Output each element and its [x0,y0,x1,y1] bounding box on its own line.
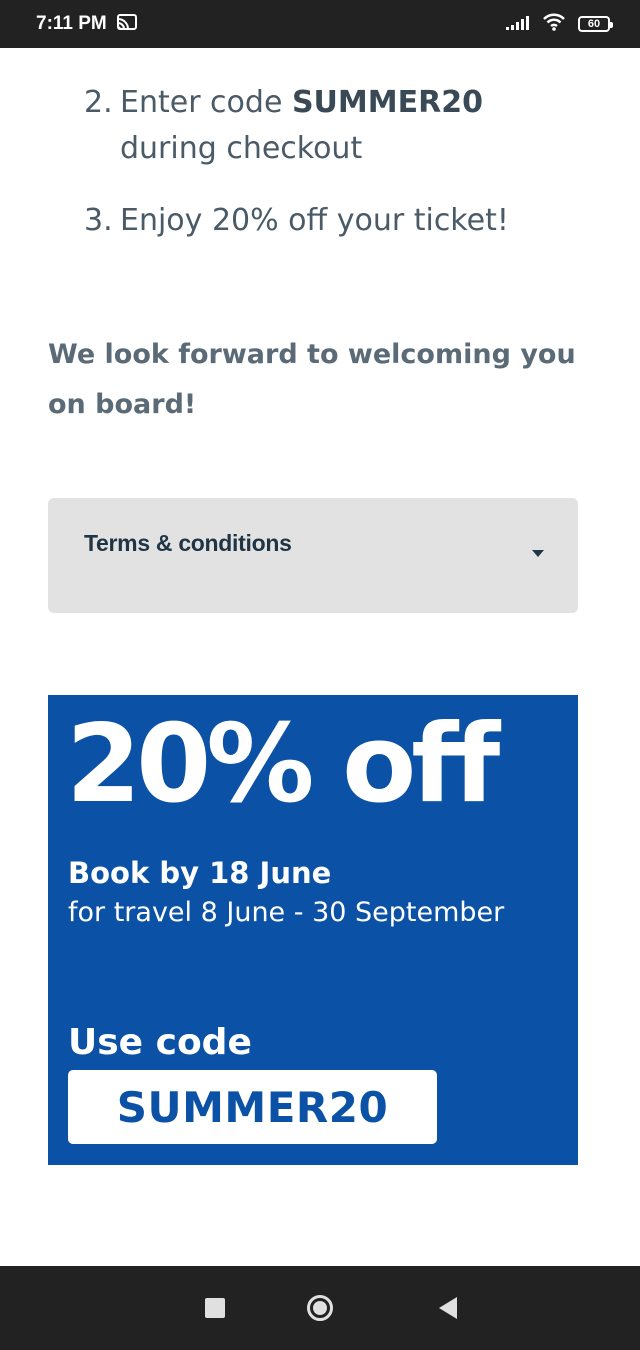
status-time: 7:11 PM [36,13,107,34]
promo-code-box: SUMMER20 [68,1070,437,1144]
step-number: 3. [84,203,113,238]
steps-list: 2. Enter code SUMMER20 during checkout 3… [84,80,584,270]
closing-message: We look forward to welcoming you on boar… [48,339,576,420]
wifi-icon [542,13,566,35]
signal-icon [506,15,530,34]
step-text-after: during checkout [120,131,363,166]
list-item: 2. Enter code SUMMER20 during checkout [84,80,584,172]
navigation-bar [0,1266,640,1350]
step-text: Enjoy 20% off your ticket! [120,203,509,238]
promo-code-inline: SUMMER20 [291,85,483,120]
status-bar-right: 60 [506,13,613,35]
cast-icon [116,14,137,34]
terms-accordion[interactable]: Terms & conditions [48,498,578,613]
back-icon [439,1297,457,1319]
recents-icon [205,1298,225,1318]
status-bar: 7:11 PM 60 [0,0,640,48]
caret-down-icon [532,550,544,557]
step-text-before: Enter code [120,85,292,120]
status-bar-left: 7:11 PM [36,13,137,35]
promo-banner[interactable]: 20% off Book by 18 June for travel 8 Jun… [48,695,578,1165]
promo-use-code-label: Use code [68,1022,252,1063]
home-button[interactable] [280,1266,360,1350]
battery-icon: 60 [578,16,613,32]
back-button[interactable] [408,1266,488,1350]
terms-label: Terms & conditions [84,530,292,556]
recents-button[interactable] [175,1266,255,1350]
promo-book-by: Book by 18 June [68,856,332,890]
promo-headline: 20% off [66,702,500,827]
page-content: 2. Enter code SUMMER20 during checkout 3… [0,48,640,1266]
home-icon [307,1295,333,1321]
step-number: 2. [84,85,113,120]
battery-level: 60 [587,18,601,30]
step-text: Enter code SUMMER20 during checkout [120,80,584,172]
promo-travel-dates: for travel 8 June - 30 September [68,897,505,928]
list-item: 3. Enjoy 20% off your ticket! [84,198,584,244]
